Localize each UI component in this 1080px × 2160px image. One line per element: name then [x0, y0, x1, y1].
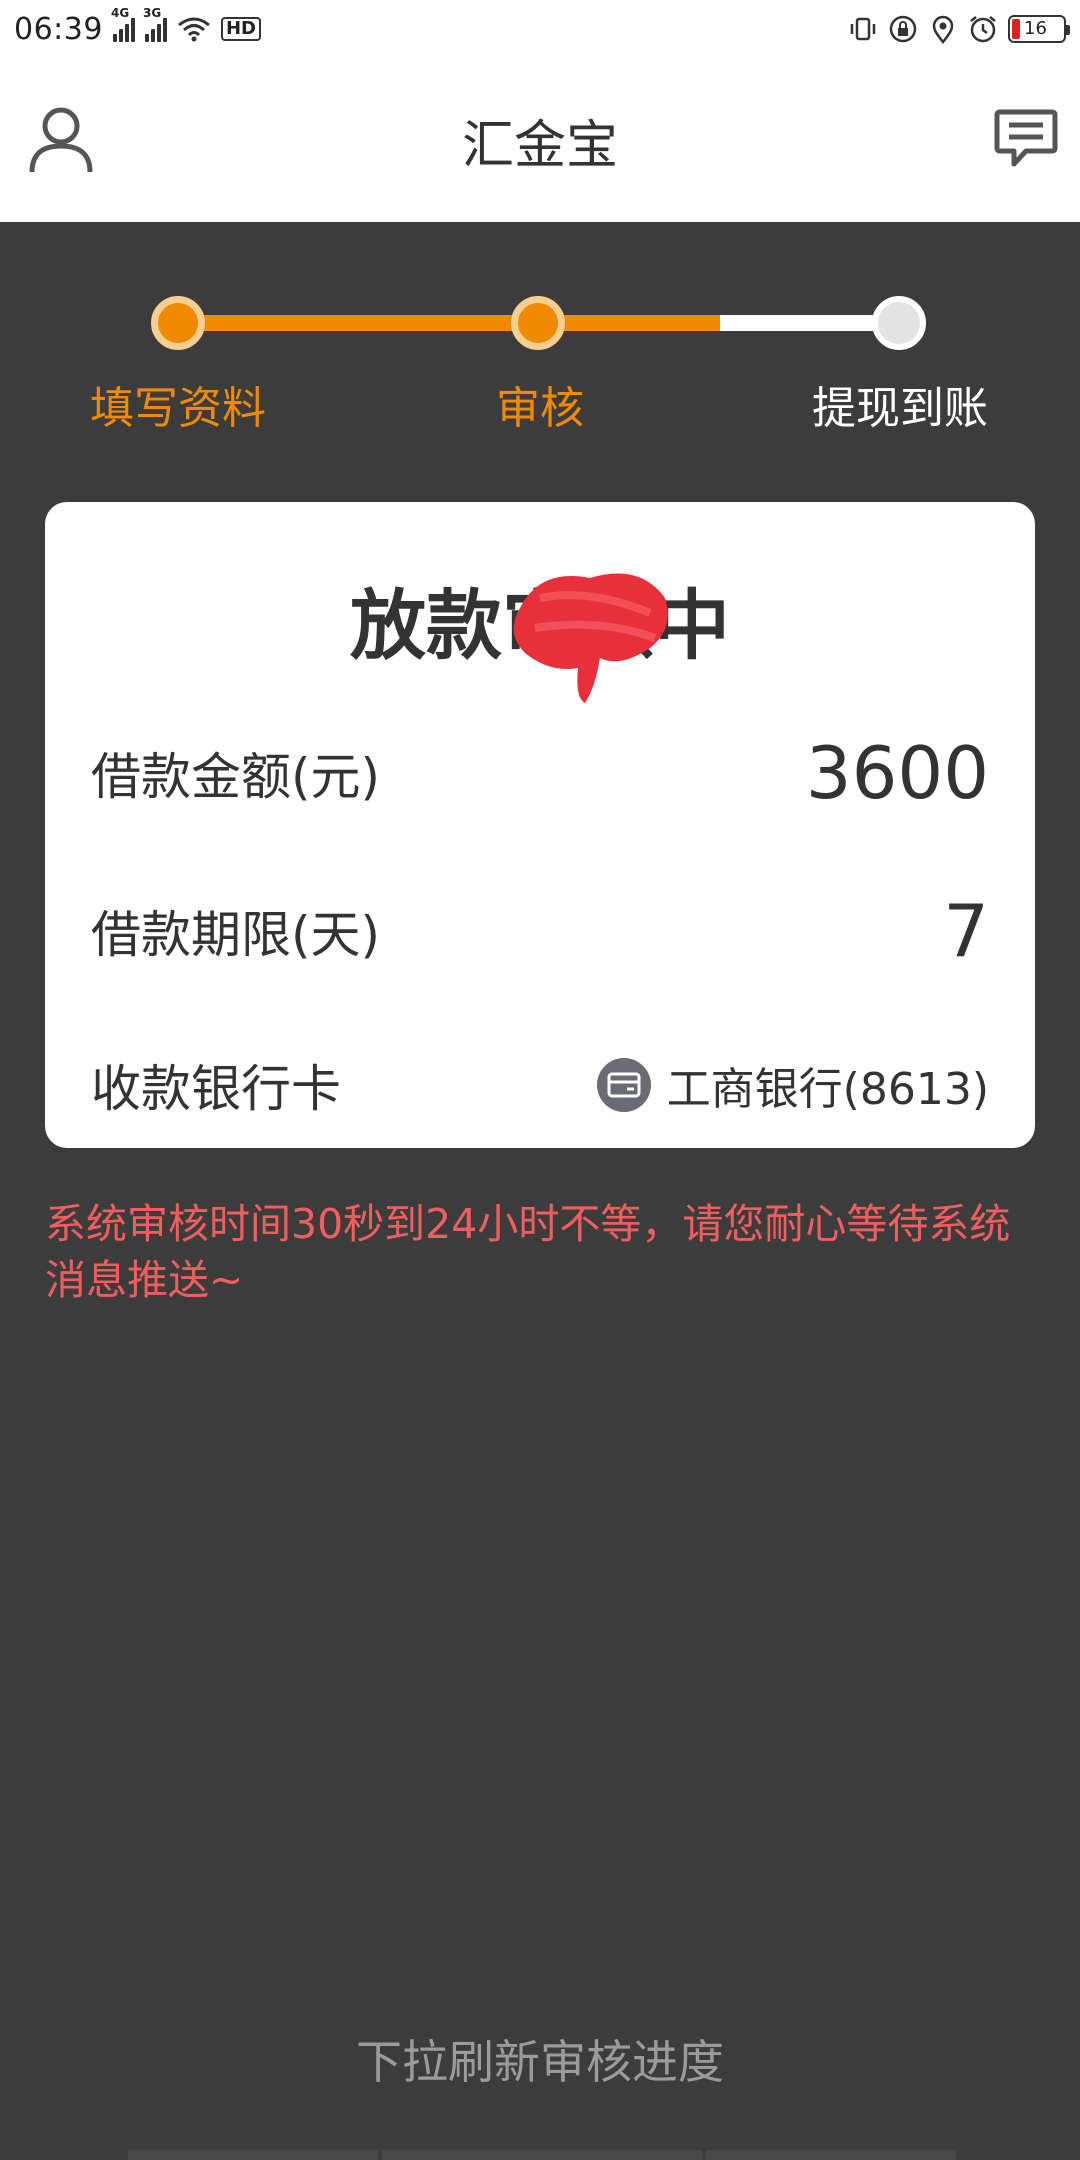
loan-amount-row: 借款金额(元) 3600 [91, 728, 989, 818]
lock-rotation-icon [889, 15, 917, 43]
vibrate-icon [850, 17, 876, 41]
screen: 06:39 4G 3G HD 16 汇金宝 填写资料 审核 提现到账 借款金额(… [0, 0, 1080, 2160]
network-type-label: 3G [142, 6, 162, 20]
wifi-icon [178, 17, 210, 42]
loan-status-card: 放款审核中 借款金额(元) 3600 借款期限(天) 7 收款银行卡 [45, 502, 1035, 1148]
loan-term-row: 借款期限(天) 7 [91, 886, 989, 976]
user-outline-icon[interactable] [28, 104, 94, 174]
signal-3g-icon: 3G [143, 6, 167, 42]
bottom-tab-edge [706, 2150, 956, 2160]
step-label-fill-info: 填写资料 [90, 383, 266, 434]
bank-card-name: 工商银行(8613) [666, 1064, 989, 1115]
bank-card-icon [596, 1058, 651, 1112]
status-bar: 06:39 4G 3G HD 16 [0, 0, 1080, 58]
status-time: 06:39 [14, 11, 103, 47]
step-dot-review [511, 296, 565, 350]
progress-steps: 填写资料 审核 提现到账 [0, 222, 1080, 462]
bank-card-value: 工商银行(8613) [596, 1053, 989, 1117]
status-left: 06:39 4G 3G HD [14, 6, 261, 47]
network-type-label: 4G [110, 6, 130, 20]
loan-amount-value: 3600 [805, 731, 989, 815]
alarm-icon [970, 16, 996, 43]
signal-4g-icon: 4G [111, 6, 135, 42]
location-icon [932, 15, 954, 44]
loan-term-label: 借款期限(天) [91, 906, 381, 964]
app-bar: 汇金宝 [0, 58, 1080, 222]
pull-to-refresh-hint[interactable]: 下拉刷新审核进度 [0, 2026, 1080, 2092]
bottom-tab-edge [382, 2150, 702, 2160]
progress-track-done [178, 315, 720, 331]
hd-voice-icon: HD [220, 17, 261, 41]
redaction-scribble [513, 573, 668, 703]
battery-icon: 16 [1008, 15, 1070, 43]
bank-card-label: 收款银行卡 [91, 1060, 341, 1118]
bank-card-row: 收款银行卡 工商银行(8613) [91, 1040, 989, 1130]
battery-percent: 16 [1024, 18, 1047, 39]
step-dot-fill-info [151, 296, 205, 350]
bottom-tab-edge [128, 2150, 378, 2160]
status-right: 16 [848, 14, 1070, 44]
page-title: 汇金宝 [461, 115, 618, 176]
loan-amount-label: 借款金额(元) [91, 748, 381, 806]
chat-bubble-icon[interactable] [994, 108, 1058, 170]
step-dot-withdraw [872, 296, 926, 350]
review-notice: 系统审核时间30秒到24小时不等，请您耐心等待系统消息推送~ [45, 1200, 1011, 1304]
step-label-withdraw: 提现到账 [812, 383, 988, 434]
step-label-review: 审核 [496, 383, 584, 434]
loan-term-value: 7 [943, 889, 989, 973]
